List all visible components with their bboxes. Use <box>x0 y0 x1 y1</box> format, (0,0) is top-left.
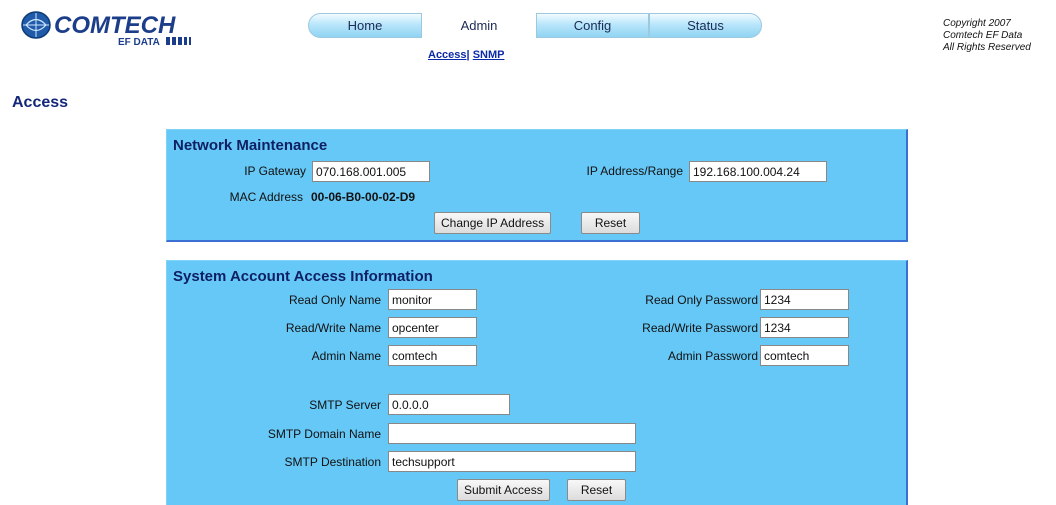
network-reset-button[interactable]: Reset <box>581 212 640 234</box>
admin-name-input[interactable] <box>388 345 477 366</box>
change-ip-address-button[interactable]: Change IP Address <box>434 212 552 234</box>
access-link[interactable]: Access| <box>428 49 470 61</box>
ip-gateway-input[interactable] <box>312 161 430 182</box>
main-nav: Home Admin Config Status <box>308 13 762 38</box>
copyright-line: Copyright 2007 <box>943 18 1011 29</box>
system-account-panel: System Account Access Information Read O… <box>166 260 908 505</box>
smtp-server-input[interactable] <box>388 394 510 415</box>
network-maintenance-panel: Network Maintenance IP Gateway IP Addres… <box>166 129 908 242</box>
logo-wordmark: COMTECH <box>54 12 176 39</box>
smtp-destination-input[interactable] <box>388 451 636 472</box>
ip-address-label: IP Address/Range <box>586 164 683 178</box>
ip-gateway-label: IP Gateway <box>244 164 306 178</box>
tab-status[interactable]: Status <box>649 13 762 38</box>
smtp-server-label: SMTP Server <box>309 398 381 412</box>
tab-config[interactable]: Config <box>536 13 649 38</box>
admin-password-input[interactable] <box>760 345 849 366</box>
read-write-password-input[interactable] <box>760 317 849 338</box>
read-write-name-input[interactable] <box>388 317 477 338</box>
mac-address-value: 00-06-B0-00-02-D9 <box>311 190 416 204</box>
panel-title: System Account Access Information <box>173 268 433 285</box>
admin-name-label: Admin Name <box>311 349 381 363</box>
smtp-destination-label: SMTP Destination <box>284 455 382 469</box>
panel-title: Network Maintenance <box>173 137 328 154</box>
access-reset-button[interactable]: Reset <box>567 479 626 501</box>
admin-password-label: Admin Password <box>667 349 758 363</box>
read-only-password-input[interactable] <box>760 289 849 310</box>
read-only-name-input[interactable] <box>388 289 477 310</box>
tab-admin[interactable]: Admin <box>422 13 536 38</box>
logo-subtitle: EF DATA <box>118 37 160 48</box>
snmp-link[interactable]: SNMP <box>473 49 505 61</box>
ip-address-input[interactable] <box>689 161 827 182</box>
comtech-logo: COMTECH EF DATA <box>18 8 218 48</box>
copyright-notice: Copyright 2007 Comtech EF Data All Right… <box>943 18 1053 54</box>
smtp-domain-label: SMTP Domain Name <box>267 427 381 441</box>
submit-access-button[interactable]: Submit Access <box>457 479 550 501</box>
read-write-password-label: Read/Write Password <box>642 321 758 335</box>
tab-home[interactable]: Home <box>308 13 422 38</box>
mac-address-label: MAC Address <box>229 190 303 204</box>
page-title: Access <box>12 94 69 111</box>
smtp-domain-input[interactable] <box>388 423 636 444</box>
read-write-name-label: Read/Write Name <box>285 321 381 335</box>
copyright-line: Comtech EF Data <box>943 30 1023 41</box>
sub-navigation: Access| SNMP <box>428 49 504 61</box>
read-only-password-label: Read Only Password <box>645 293 758 307</box>
read-only-name-label: Read Only Name <box>288 293 381 307</box>
copyright-line: All Rights Reserved <box>943 42 1031 53</box>
